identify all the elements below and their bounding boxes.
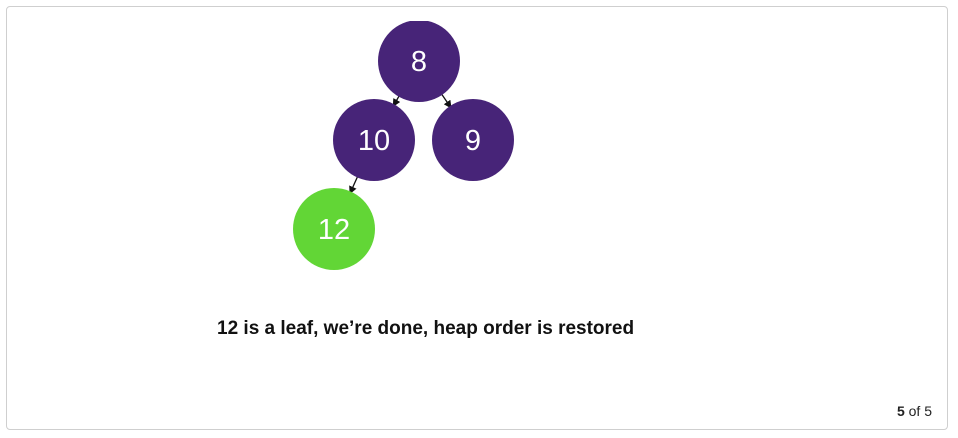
slide-card: 8 10 9 12 12 is a leaf, we’re done, heap or…: [6, 6, 948, 430]
heap-node-label: 8: [411, 46, 427, 78]
heap-node-8: 8: [378, 21, 460, 102]
heap-node-label: 12: [318, 214, 350, 246]
pager-current: 5: [896, 403, 905, 419]
heap-tree-diagram: 8 10 9 12: [293, 21, 514, 270]
heap-node-12: 12: [293, 188, 375, 270]
heap-node-label: 9: [465, 125, 481, 157]
pager-total: 5: [924, 403, 932, 419]
slide-pager: 5 of 5: [897, 403, 932, 419]
step-caption: 12 is a leaf, we’re done, heap order is …: [217, 318, 635, 339]
heap-node-9: 9: [432, 99, 514, 181]
heap-node-10: 10: [333, 99, 415, 181]
heap-node-label: 10: [358, 125, 390, 157]
pager-separator: of: [908, 403, 921, 419]
nodes-layer: 8 10 9 12: [293, 21, 514, 270]
